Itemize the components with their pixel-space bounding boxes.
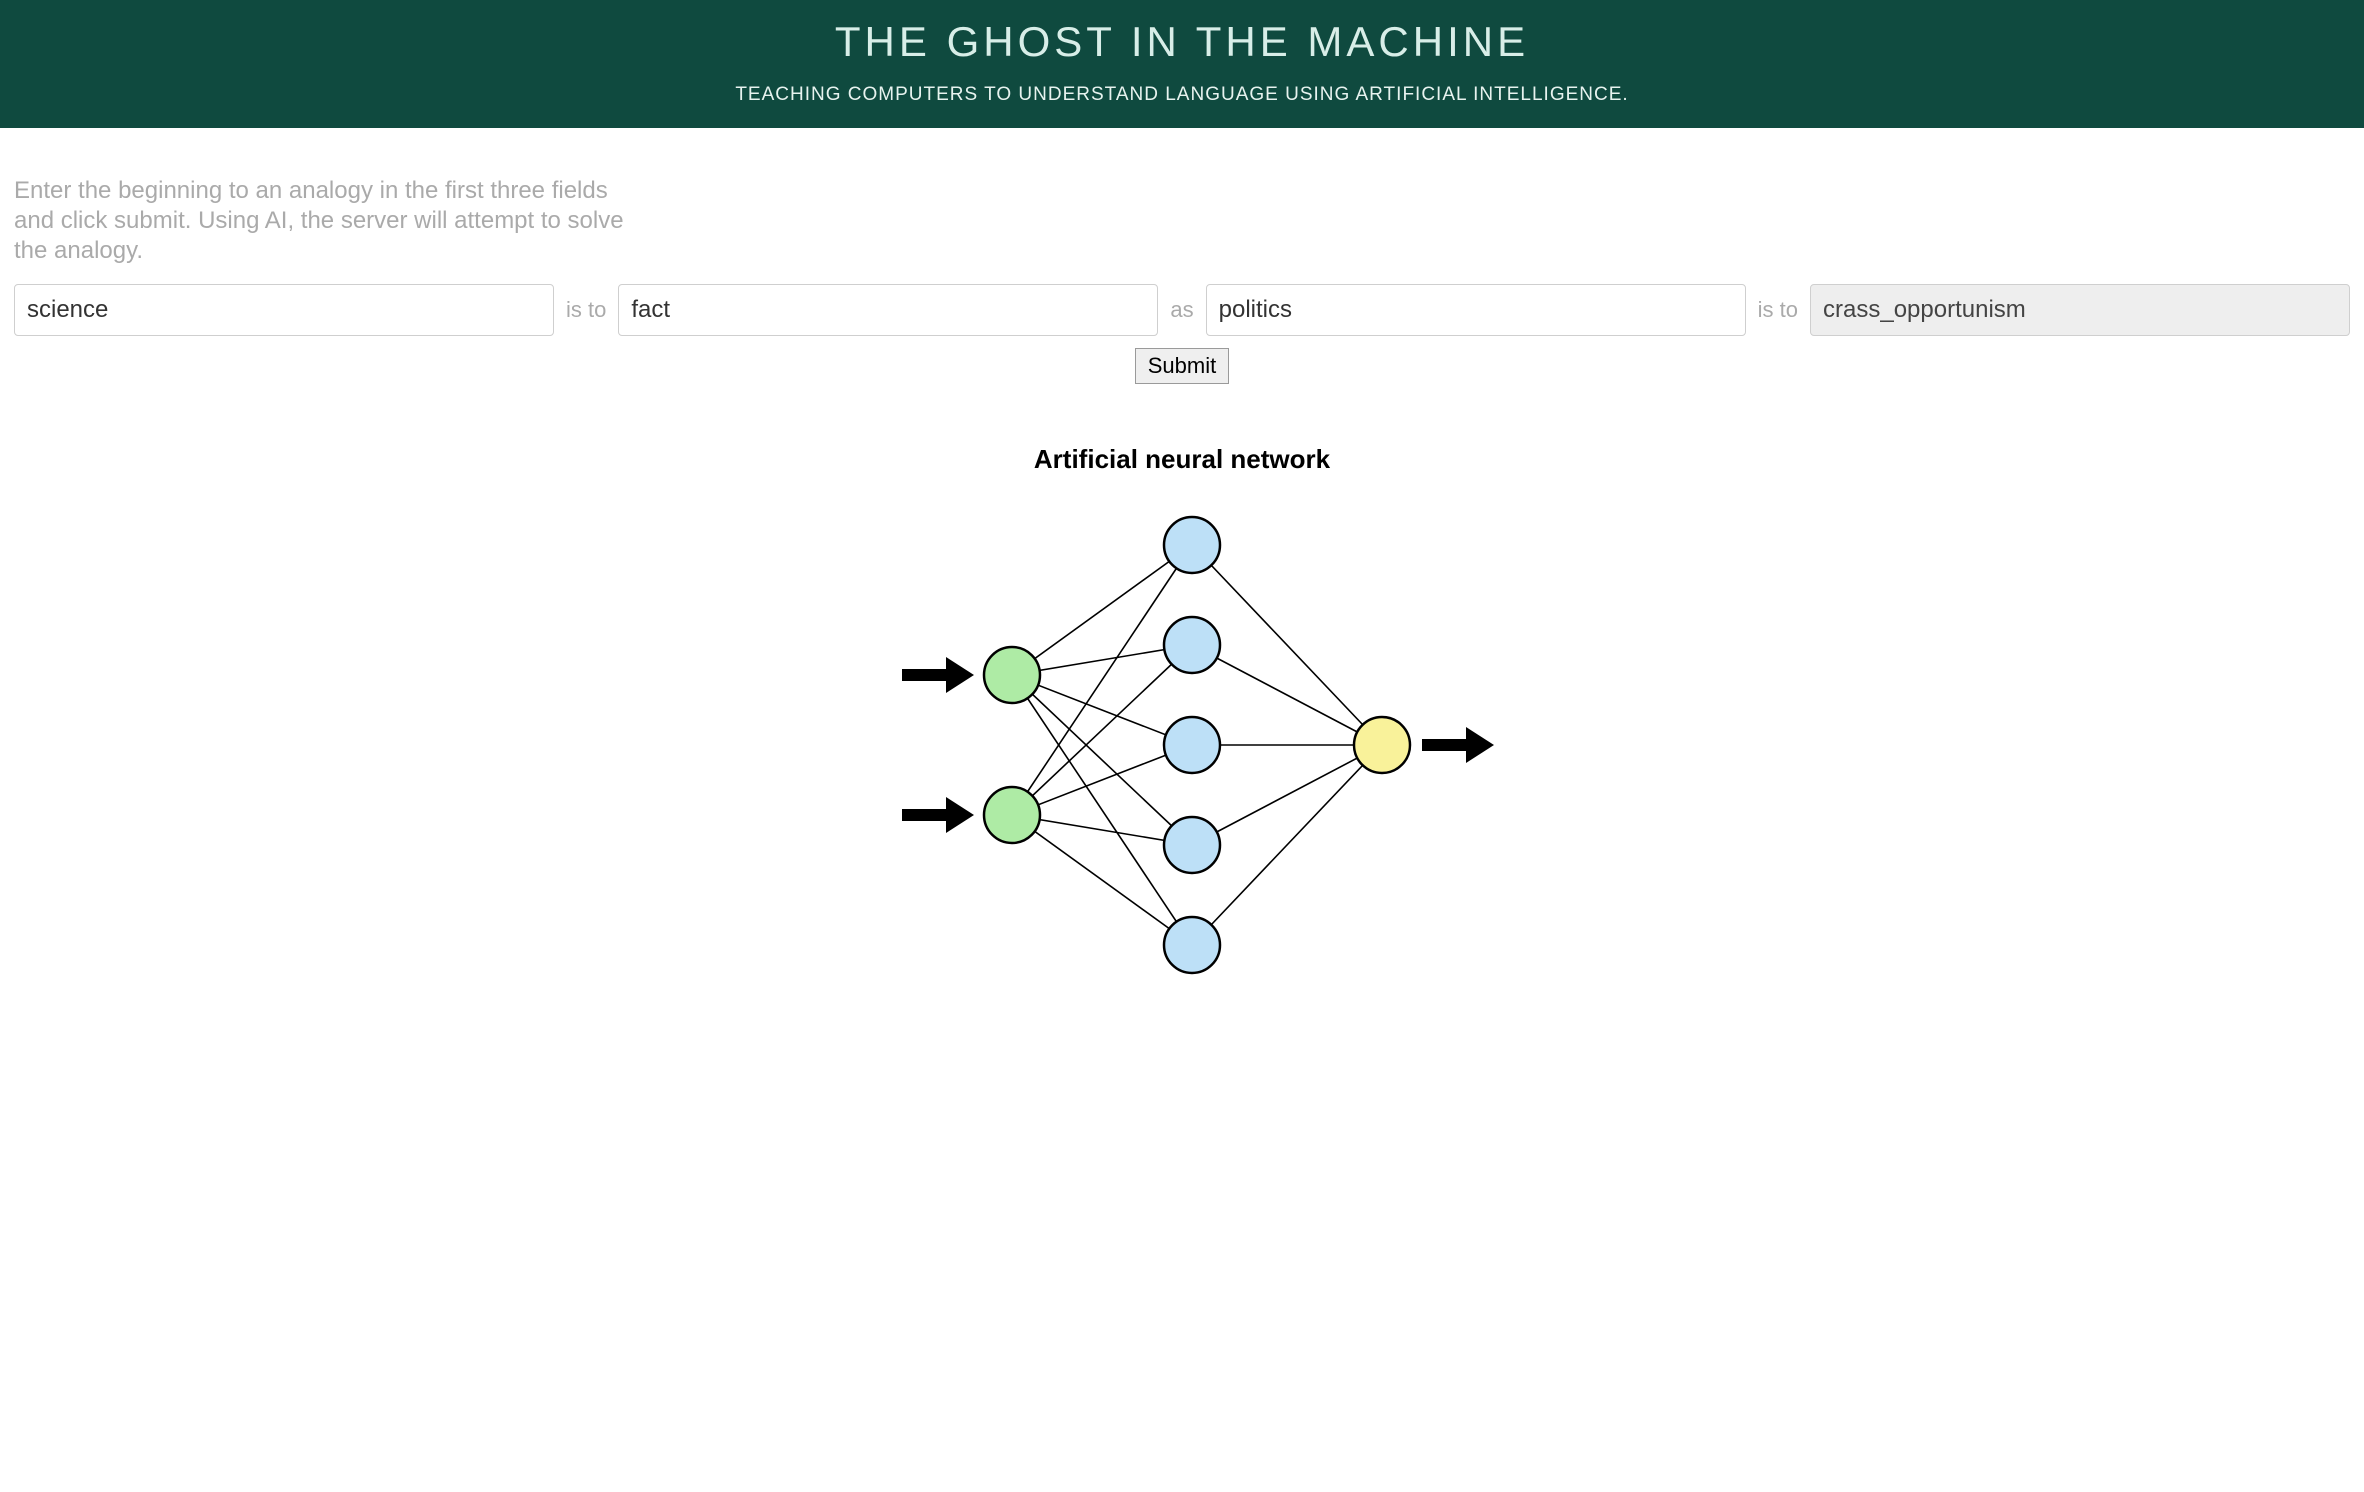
submit-button[interactable]: Submit xyxy=(1135,348,1229,384)
analogy-input-b[interactable] xyxy=(618,284,1158,336)
page-subtitle: TEACHING COMPUTERS TO UNDERSTAND LANGUAG… xyxy=(10,84,2354,106)
output-arrow-icon xyxy=(1422,727,1494,763)
page-title: THE GHOST IN THE MACHINE xyxy=(10,18,2354,66)
analogy-input-a[interactable] xyxy=(14,284,554,336)
hidden-node-4 xyxy=(1164,817,1220,873)
input-arrow-1-icon xyxy=(902,657,974,693)
input-arrow-2-icon xyxy=(902,797,974,833)
hero-banner: THE GHOST IN THE MACHINE TEACHING COMPUT… xyxy=(0,0,2364,128)
sep-is-to-1: is to xyxy=(564,297,608,323)
input-node-1 xyxy=(984,647,1040,703)
output-node xyxy=(1354,717,1410,773)
main-content: Enter the beginning to an analogy in the… xyxy=(0,128,2364,1005)
nn-diagram: Artificial neural network xyxy=(14,444,2350,1005)
analogy-output-d xyxy=(1810,284,2350,336)
nn-svg xyxy=(822,485,1542,1005)
diagram-title: Artificial neural network xyxy=(14,444,2350,475)
input-node-2 xyxy=(984,787,1040,843)
analogy-input-c[interactable] xyxy=(1206,284,1746,336)
sep-is-to-2: is to xyxy=(1756,297,1800,323)
hidden-node-5 xyxy=(1164,917,1220,973)
sep-as: as xyxy=(1168,297,1195,323)
hidden-node-1 xyxy=(1164,517,1220,573)
analogy-form: is to as is to xyxy=(14,284,2350,336)
intro-text: Enter the beginning to an analogy in the… xyxy=(14,176,654,266)
hidden-node-2 xyxy=(1164,617,1220,673)
hidden-node-3 xyxy=(1164,717,1220,773)
